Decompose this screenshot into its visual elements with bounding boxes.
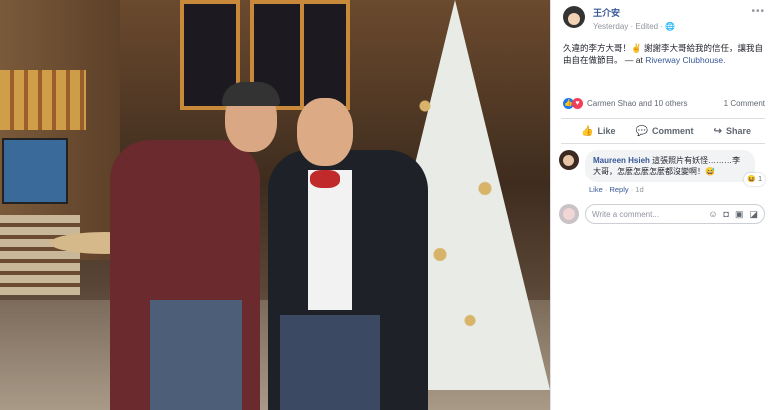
share-icon: ↪ [713, 125, 722, 137]
photo-window [300, 0, 350, 110]
comment-item: Maureen Hsieh 這張照片有妖怪………李大哥，怎麼怎麼怎麼都沒變啊！😅… [551, 144, 775, 194]
comment-placeholder: Write a comment... [592, 209, 659, 219]
comment-age[interactable]: 1d [635, 185, 643, 194]
love-reaction-icon: ♥ [572, 97, 583, 109]
post-header: 王介安 Yesterday · Edited · 🌐 ••• [551, 0, 775, 38]
comment-body: Maureen Hsieh 這張照片有妖怪………李大哥，怎麼怎麼怎麼都沒變啊！😅… [585, 150, 765, 194]
post-photo[interactable] [0, 0, 550, 410]
location-link[interactable]: Riverway Clubhouse. [645, 55, 725, 65]
commenter-avatar[interactable] [559, 150, 579, 170]
comment-label: Comment [652, 126, 694, 136]
comment-like-link[interactable]: Like [589, 185, 603, 194]
share-label: Share [725, 126, 751, 136]
reactions-summary[interactable]: Carmen Shao and 10 others [587, 99, 688, 108]
photo-wine-rack [0, 215, 80, 295]
post-edited[interactable]: Edited [635, 22, 658, 31]
post-time[interactable]: Yesterday [593, 22, 628, 31]
gif-icon[interactable]: ▣ [735, 209, 744, 220]
globe-icon: 🌐 [665, 22, 676, 31]
like-label: Like [597, 126, 616, 136]
comment-reply-link[interactable]: Reply [609, 185, 628, 194]
comment-composer: Write a comment... ☺ ◘ ▣ ◪ [551, 194, 775, 224]
photo-viewer: 王介安 Yesterday · Edited · 🌐 ••• 久違的李方大哥！✌… [0, 0, 775, 410]
comment-bubble: Maureen Hsieh 這張照片有妖怪………李大哥，怎麼怎麼怎麼都沒變啊！😅… [585, 150, 765, 186]
thumbs-up-icon: 👍 [581, 125, 594, 137]
post-meta: Yesterday · Edited · 🌐 [593, 22, 676, 31]
comment-reaction-badge[interactable]: 😆 1 [744, 173, 765, 186]
photo-shelf [0, 70, 86, 130]
viewer-avatar [559, 204, 579, 224]
sticker-icon[interactable]: ◪ [749, 209, 758, 220]
share-button[interactable]: ↪ Share [714, 126, 751, 137]
author-name[interactable]: 王介安 [593, 6, 675, 19]
post-text: 久違的李方大哥！✌️ 謝謝李大哥給我的信任，讓我自由自在做節目。 — at Ri… [551, 38, 775, 92]
like-button[interactable]: 👍 Like [581, 126, 615, 137]
post-side-panel: 王介安 Yesterday · Edited · 🌐 ••• 久違的李方大哥！✌… [550, 0, 775, 410]
comment-input[interactable]: Write a comment... ☺ ◘ ▣ ◪ [585, 204, 765, 224]
more-icon[interactable]: ••• [751, 6, 765, 38]
laugh-reaction-icon: 😆 [747, 176, 757, 183]
author-block: 王介安 Yesterday · Edited · 🌐 [593, 6, 675, 38]
comment-button[interactable]: 💬 Comment [636, 126, 694, 137]
camera-icon[interactable]: ◘ [724, 209, 729, 219]
author-avatar[interactable] [563, 6, 585, 28]
comment-links: Like · Reply · 1d [589, 185, 644, 194]
location-prefix: — at [622, 55, 646, 65]
comment-reaction-count: 1 [758, 176, 762, 183]
commenter-name[interactable]: Maureen Hsieh [593, 156, 650, 165]
action-bar: 👍 Like 💬 Comment ↪ Share [561, 118, 765, 144]
comments-count[interactable]: 1 Comment [724, 99, 765, 108]
comment-icon: 💬 [635, 125, 648, 137]
photo-tv [2, 138, 68, 204]
reactions-bar: 👍 ♥ Carmen Shao and 10 others 1 Comment [551, 92, 775, 114]
emoji-icon[interactable]: ☺ [708, 209, 717, 219]
